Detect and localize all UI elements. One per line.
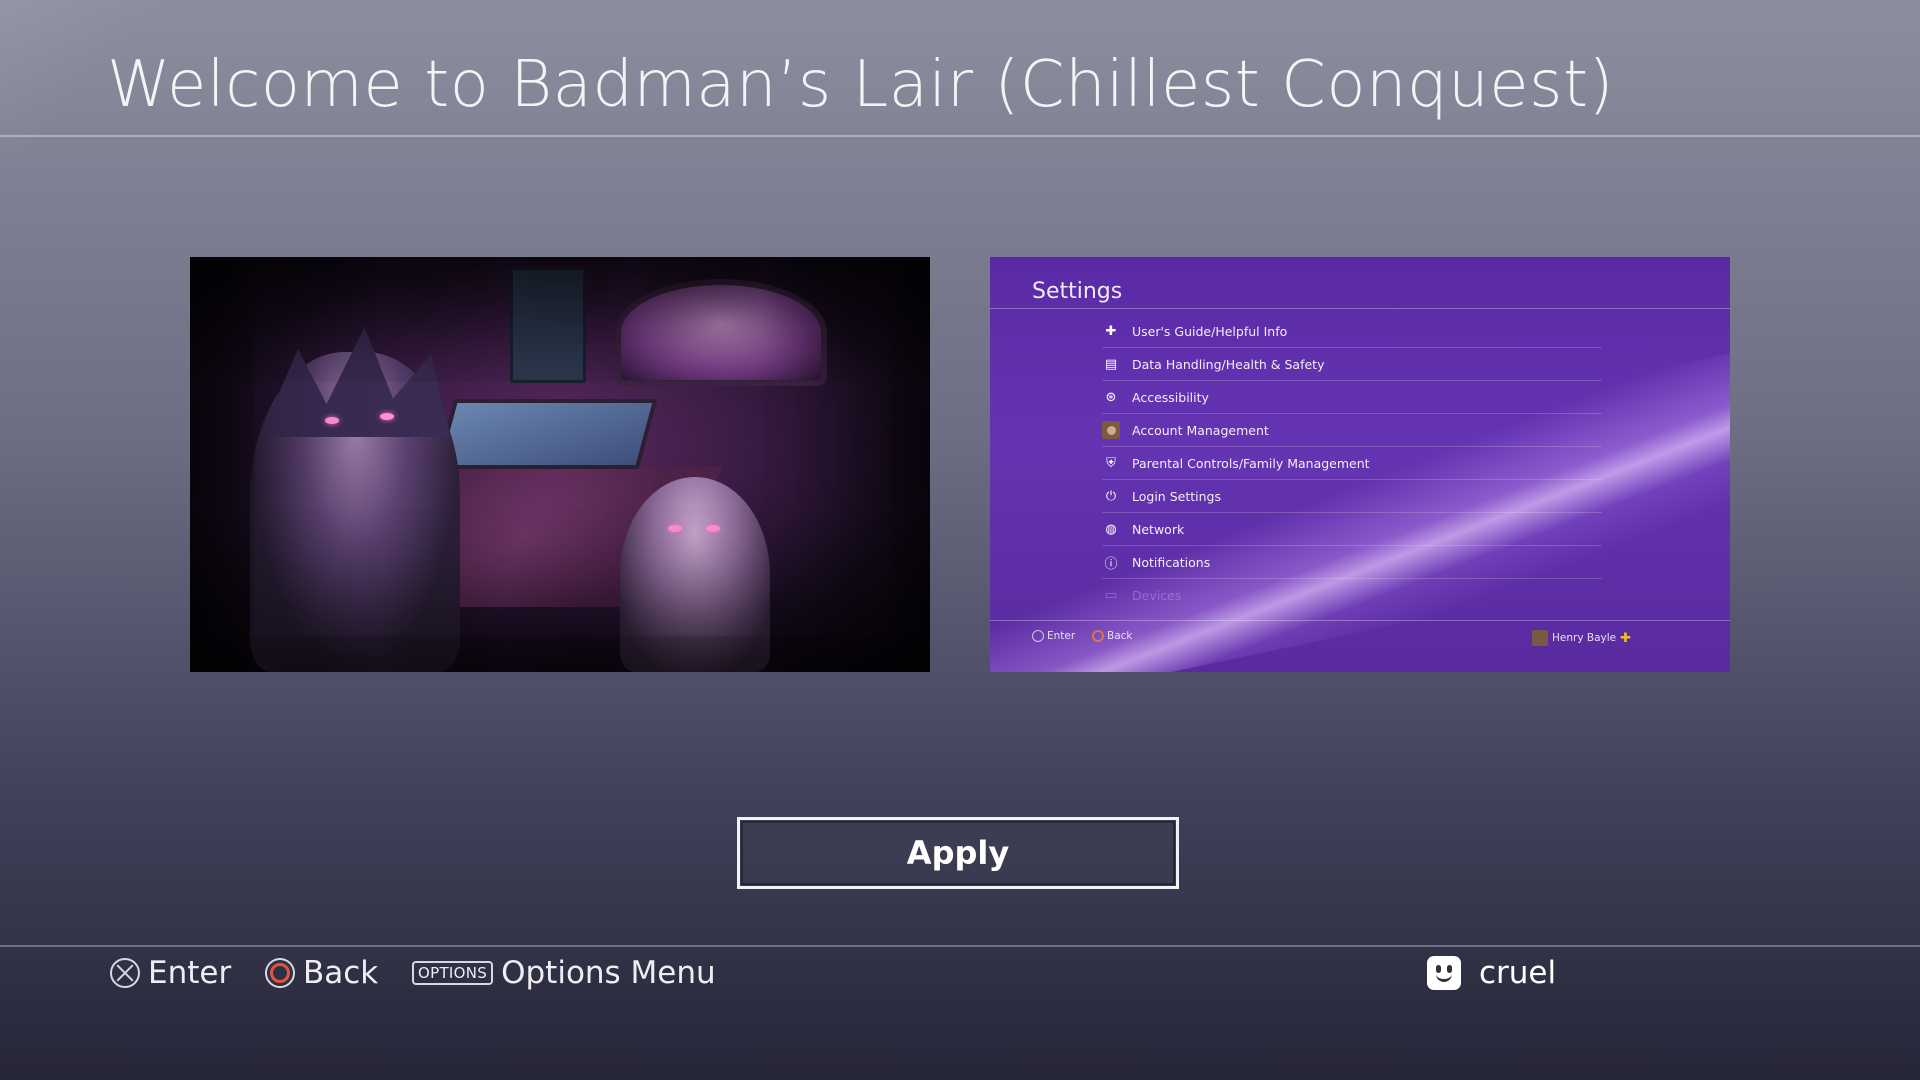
circle-button-icon: [1092, 630, 1104, 642]
apply-button[interactable]: Apply: [737, 817, 1179, 889]
preview-settings-item-label: Accessibility: [1132, 389, 1209, 405]
bottom-divider: [0, 945, 1920, 947]
preview-settings-item-label: User's Guide/Helpful Info: [1132, 323, 1288, 339]
theme-preview-settings: Settings ✚ User's Guide/Helpful Info ▤ D…: [990, 257, 1730, 672]
preview-settings-item-label: Account Management: [1132, 422, 1269, 438]
preview-settings-list: ✚ User's Guide/Helpful Info ▤ Data Handl…: [1102, 315, 1602, 611]
preview-settings-item: ✚ User's Guide/Helpful Info: [1102, 315, 1602, 348]
user-profile: cruel: [1427, 953, 1556, 993]
user-avatar-icon: [1427, 956, 1461, 990]
accessibility-icon: ⊛: [1105, 389, 1117, 405]
enter-hint-label: Enter: [148, 955, 232, 991]
preview-footer-back: Back: [1092, 630, 1133, 642]
avatar-icon: [1532, 630, 1548, 646]
preview-footer-user: Henry Bayle ✚: [1532, 630, 1631, 646]
data-icon: ▤: [1104, 356, 1118, 372]
theme-preview-home: [190, 257, 930, 672]
info-icon: ⓘ: [1104, 556, 1118, 572]
preview-settings-item-label: Login Settings: [1132, 488, 1221, 504]
preview-footer-username: Henry Bayle: [1552, 632, 1617, 644]
back-hint-label: Back: [303, 955, 379, 991]
preview-vignette: [190, 257, 930, 672]
preview-settings-title: Settings: [1032, 279, 1123, 304]
page-title: Welcome to Badman’s Lair (Chillest Conqu…: [107, 48, 1614, 122]
title-divider: [0, 135, 1920, 137]
username: cruel: [1479, 955, 1557, 991]
preview-settings-item-label: Notifications: [1132, 554, 1211, 570]
preview-settings-item: ⏻ Login Settings: [1102, 480, 1602, 513]
preview-settings-item-label: Data Handling/Health & Safety: [1132, 356, 1325, 372]
help-icon: ✚: [1105, 323, 1117, 339]
plus-icon: ✚: [1620, 630, 1632, 646]
avatar-icon: [1102, 421, 1120, 439]
preview-settings-item: ⛨ Parental Controls/Family Management: [1102, 447, 1602, 480]
cross-button-icon: [1032, 630, 1044, 642]
preview-settings-divider: [990, 308, 1730, 309]
preview-footer-divider: [990, 620, 1730, 621]
parental-icon: ⛨: [1106, 455, 1116, 471]
login-icon: ⏻: [1105, 488, 1117, 504]
preview-settings-item: Account Management: [1102, 414, 1602, 447]
preview-settings-item: ⊛ Accessibility: [1102, 381, 1602, 414]
circle-button-icon: [265, 958, 295, 988]
globe-icon: ◍: [1105, 521, 1117, 537]
preview-footer-back-label: Back: [1107, 630, 1133, 642]
devices-icon: ▭: [1104, 587, 1118, 603]
preview-settings-item-label: Parental Controls/Family Management: [1132, 455, 1370, 471]
preview-settings-item: ▭ Devices: [1102, 579, 1602, 611]
options-hint-label: Options Menu: [501, 955, 716, 991]
preview-settings-item: ◍ Network: [1102, 513, 1602, 546]
options-button-icon: OPTIONS: [412, 961, 494, 985]
preview-footer-enter: Enter: [1032, 630, 1075, 642]
preview-footer-enter-label: Enter: [1047, 630, 1076, 642]
options-hint: OPTIONS Options Menu: [412, 953, 716, 993]
preview-settings-item-label: Network: [1132, 521, 1185, 537]
cross-button-icon: [110, 958, 140, 988]
preview-settings-item: ⓘ Notifications: [1102, 546, 1602, 579]
back-hint: Back: [265, 953, 378, 993]
enter-hint: Enter: [110, 953, 231, 993]
preview-settings-item: ▤ Data Handling/Health & Safety: [1102, 348, 1602, 381]
preview-settings-item-label: Devices: [1132, 587, 1182, 603]
